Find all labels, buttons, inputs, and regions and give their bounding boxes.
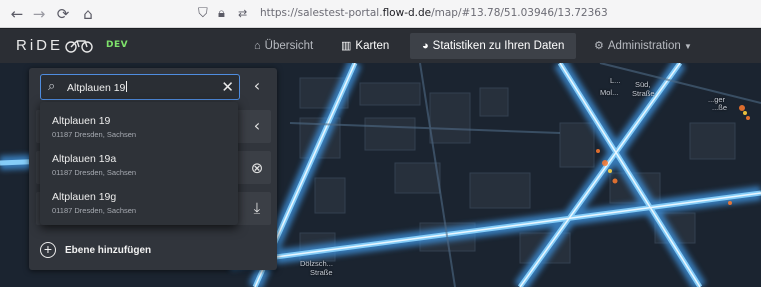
ride-logo[interactable]: RiDE [16,37,95,54]
chevron-left-icon: ‹ [253,76,261,95]
map-label: Straße [632,89,655,98]
nav-stats[interactable]: ◕ Statistiken zu Ihren Daten [410,33,577,59]
url-prefix: https://salestest-portal. [260,7,383,19]
forward-icon[interactable]: → [28,3,50,25]
search-icon: ⌕ [48,79,56,94]
suggestion-subtitle: 01187 Dresden, Sachsen [52,130,137,139]
add-layer-button[interactable]: + Ebene hinzufügen [40,237,151,265]
env-badge: DEV [106,40,129,50]
search-value: Altplauen 19 [67,82,126,94]
map-label: L... [610,76,621,85]
url-path: /map/#13.78/51.03946/13.72363 [431,7,608,19]
bicycle-logo-icon [65,40,93,53]
nav-admin[interactable]: ⚙ Administration ▼ [594,29,692,63]
url-text[interactable]: https://salestest-portal.flow-d.de/map/#… [260,7,608,19]
map-label: ...ße [712,103,728,112]
suggestion-title: Altplauen 19g [52,191,117,203]
map-label: Dölzsch... [300,259,333,268]
nav-overview-label: Übersicht [264,40,314,52]
lock-icon[interactable]: 🔒︎ [218,5,225,23]
nav-maps-label: Karten [355,40,390,52]
suggestion-item[interactable]: Altplauen 19a 01187 Dresden, Sachsen [40,144,238,182]
nav-maps[interactable]: ▥ Karten [341,29,389,63]
suggestion-subtitle: 01187 Dresden, Sachsen [52,206,137,215]
back-icon[interactable]: ← [6,3,28,25]
map-icon: ▥ [341,40,352,52]
url-domain: flow-d.de [382,7,432,19]
nav-admin-label: Administration [607,40,681,52]
suggestion-item[interactable]: Altplauen 19 01187 Dresden, Sachsen [40,106,238,144]
permissions-icon[interactable]: ⇄ [238,5,247,23]
chevron-left-icon: ‹ [253,116,261,135]
plus-circle-icon: + [40,242,56,259]
chevron-down-icon: ▼ [683,42,692,51]
app-header: RiDE DEV ⌂ Übersicht ▥ Karten ◕ Statistiken… [0,29,761,63]
add-layer-label: Ebene hinzufügen [65,245,152,256]
logo-text: RiDE [16,37,64,54]
collapse-panel-button[interactable]: ‹ [244,74,270,100]
address-search-field[interactable]: ⌕ Altplauen 19 ✕ [40,74,240,100]
remove-layer-button[interactable]: ⊗ [244,156,270,182]
reload-icon[interactable]: ⟳ [52,3,74,25]
pie-chart-icon: ◕ [422,40,429,52]
nav-stats-label: Statistiken zu Ihren Daten [432,40,565,52]
browser-toolbar: ← → ⟳ ⌂ ⛉ 🔒︎ ⇄ https://salestest-portal.… [0,0,761,28]
suggestion-title: Altplauen 19 [52,115,111,127]
clear-search-icon[interactable]: ✕ [221,77,234,97]
download-button[interactable]: ⤓ [244,196,270,222]
collapse-layer-button[interactable]: ‹ [244,114,270,140]
gears-icon: ⚙ [594,40,604,52]
search-input[interactable]: Altplauen 19 [67,81,128,94]
search-suggestions: Altplauen 19 01187 Dresden, Sachsen Altp… [40,102,238,225]
shield-icon[interactable]: ⛉ [198,5,208,23]
map-label: Straße [310,268,333,277]
map-label: Süd, [635,80,651,89]
suggestion-item[interactable]: Altplauen 19g 01187 Dresden, Sachsen [40,182,238,220]
download-icon: ⤓ [253,199,261,217]
text-cursor [126,81,128,92]
circle-x-icon: ⊗ [250,159,264,177]
suggestion-title: Altplauen 19a [52,153,117,165]
suggestion-subtitle: 01187 Dresden, Sachsen [52,168,137,177]
address-bar[interactable]: ⛉ 🔒︎ ⇄ https://salestest-portal.flow-d.d… [198,2,761,26]
map-label: Mol... [600,88,619,97]
home-icon: ⌂ [254,40,261,52]
home-icon[interactable]: ⌂ [77,3,99,25]
nav-overview[interactable]: ⌂ Übersicht [254,29,313,63]
